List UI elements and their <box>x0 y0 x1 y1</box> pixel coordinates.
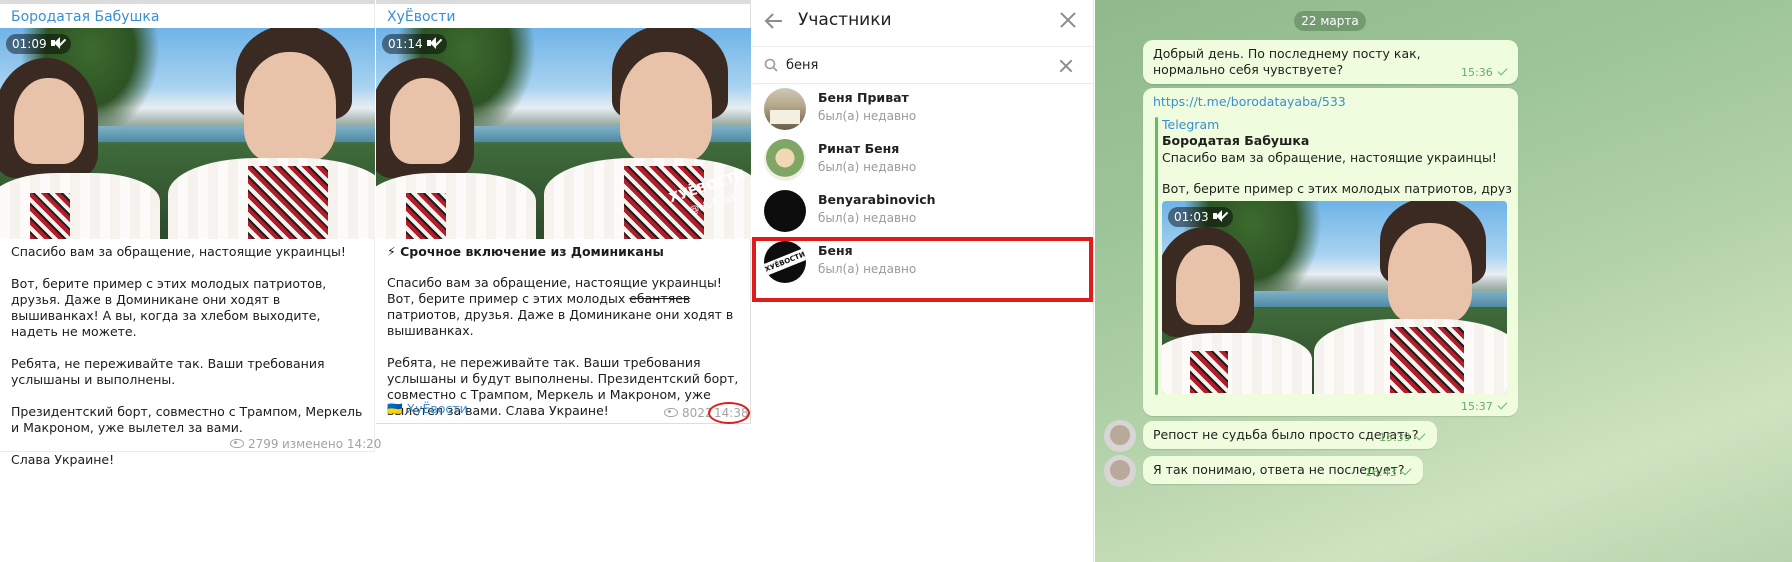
post-1-text: Спасибо вам за обращение, настоящие укра… <box>11 244 363 467</box>
avatar-face <box>1110 460 1130 480</box>
post-1-channel-name[interactable]: Бородатая Бабушка <box>11 9 159 25</box>
member-name: Benyarabinovich <box>818 192 936 207</box>
avatar-sign <box>770 110 800 124</box>
struck-word: ебантяев <box>629 291 691 306</box>
post-1-views: 2799 <box>230 437 279 451</box>
mute-icon[interactable] <box>50 37 66 49</box>
message-time: 15:37 <box>1461 399 1508 413</box>
message-time: 15:39 <box>1379 430 1426 444</box>
boy-embroidery <box>248 166 328 239</box>
girl-embroidery <box>30 193 70 239</box>
girl-shirt <box>1162 333 1312 394</box>
member-highlight-box <box>752 237 1093 302</box>
girl-embroidery <box>406 193 446 239</box>
post-2-video[interactable]: ХУЁВОСТИ @HuE_ua 01:14 <box>376 28 751 239</box>
check-icon <box>1401 465 1412 476</box>
boy-face <box>620 52 712 162</box>
avatar-face <box>1110 425 1130 445</box>
member-row[interactable]: Benyarabinovich был(а) недавно <box>752 186 1093 237</box>
preview-video[interactable]: 01:03 <box>1162 201 1507 394</box>
post-2-headline: ⚡ Срочное включение из Доминиканы <box>387 244 664 259</box>
check-icon <box>1497 399 1508 410</box>
top-strip-2 <box>376 0 751 4</box>
member-row[interactable]: Беня Приват был(а) недавно <box>752 84 1093 135</box>
clear-search-icon[interactable] <box>1058 58 1074 74</box>
message-link[interactable]: https://t.me/borodatayaba/533 <box>1153 94 1346 110</box>
post-1-video[interactable]: 01:09 <box>0 28 375 239</box>
close-icon[interactable] <box>1058 10 1078 30</box>
mute-icon[interactable] <box>426 37 442 49</box>
boy-embroidery <box>1390 327 1464 393</box>
message-time: 15:36 <box>1461 65 1508 79</box>
girl-face <box>14 78 84 164</box>
message-bubble[interactable]: Репост не судьба было просто сделать? 15… <box>1143 421 1437 449</box>
member-avatar <box>764 88 806 130</box>
check-icon <box>1415 430 1426 441</box>
check-icon <box>1497 65 1508 76</box>
duration-text: 01:09 <box>12 37 47 51</box>
video-duration-badge: 01:14 <box>382 34 447 54</box>
video-duration-badge: 01:03 <box>1168 207 1233 227</box>
member-avatar <box>764 190 806 232</box>
back-arrow-icon[interactable] <box>764 12 784 30</box>
message-bubble[interactable]: Добрый день. По последнему посту как, но… <box>1143 40 1518 84</box>
girl-shirt <box>0 173 160 239</box>
girl-shirt <box>376 173 536 239</box>
member-search-bar <box>752 46 1093 84</box>
member-status: был(а) недавно <box>818 109 917 123</box>
member-status: был(а) недавно <box>818 160 917 174</box>
eye-icon <box>230 439 244 448</box>
date-pill: 22 марта <box>1294 11 1366 31</box>
post-2-signature[interactable]: 🇺🇦 ХуЁвости <box>387 401 468 417</box>
time-highlight-circle <box>708 402 750 424</box>
preview-line-1: Спасибо вам за обращение, настоящие укра… <box>1162 150 1497 165</box>
member-row[interactable]: Ринат Беня был(а) недавно <box>752 135 1093 186</box>
user-avatar[interactable] <box>1104 420 1136 452</box>
views-count: 2799 <box>248 437 279 451</box>
video-duration-badge: 01:09 <box>6 34 71 54</box>
post-2-channel-name[interactable]: ХуЁвости <box>387 9 456 25</box>
preview-line-2: Вот, берите пример с этих молодых патрио… <box>1162 181 1512 196</box>
preview-quote-bar <box>1155 117 1158 395</box>
mute-icon[interactable] <box>1212 210 1228 222</box>
member-status: был(а) недавно <box>818 211 917 225</box>
search-icon <box>764 58 778 72</box>
top-strip <box>0 0 375 4</box>
preview-title: Бородатая Бабушка <box>1162 133 1310 148</box>
post-2-views: 8022 <box>664 406 713 420</box>
duration-text: 01:03 <box>1174 210 1209 224</box>
message-time: 16:43 <box>1365 465 1412 479</box>
message-bubble-link-preview[interactable]: https://t.me/borodatayaba/533 Telegram Б… <box>1143 88 1518 416</box>
member-avatar <box>764 139 806 181</box>
message-text: Добрый день. По последнему посту как, но… <box>1153 46 1421 77</box>
girl-embroidery <box>1190 351 1228 393</box>
post-1-edited: изменено 14:20 <box>282 437 382 451</box>
member-search-input[interactable] <box>786 55 1046 75</box>
boy-face <box>244 52 336 162</box>
message-bubble[interactable]: Я так понимаю, ответа не последует? 16:4… <box>1143 456 1423 484</box>
user-avatar[interactable] <box>1104 455 1136 487</box>
post-2-body: Спасибо вам за обращение, настоящие укра… <box>387 275 742 419</box>
duration-text: 01:14 <box>388 37 423 51</box>
member-name: Беня Приват <box>818 90 909 105</box>
eye-icon <box>664 408 678 417</box>
girl-face <box>1176 245 1240 325</box>
girl-face <box>390 78 460 164</box>
preview-source: Telegram <box>1162 117 1220 132</box>
member-name: Ринат Беня <box>818 141 900 156</box>
boy-face <box>1388 223 1472 323</box>
members-title: Участники <box>798 10 892 30</box>
